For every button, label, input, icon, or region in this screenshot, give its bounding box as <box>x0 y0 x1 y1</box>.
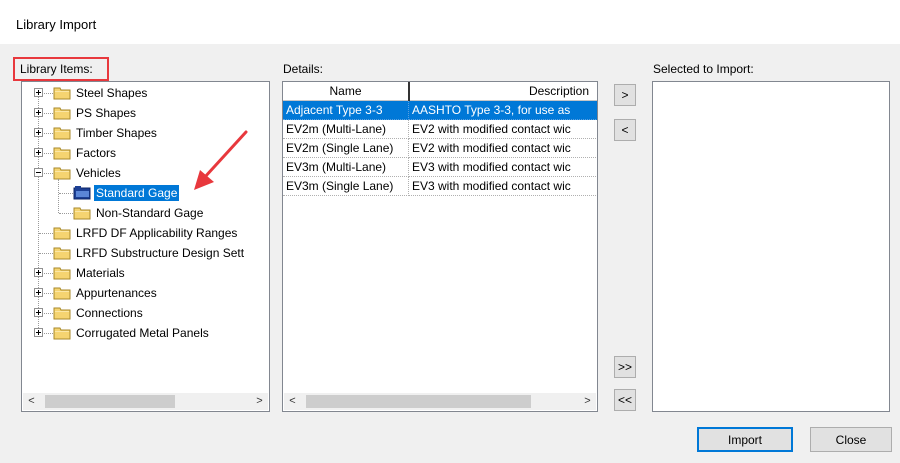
tree-node-label: Steel Shapes <box>76 86 148 100</box>
tree-node[interactable]: LRFD Substructure Design Sett <box>22 243 269 263</box>
folder-icon <box>53 105 71 120</box>
expand-icon[interactable] <box>34 108 43 117</box>
grid-header: Name Description <box>283 82 597 101</box>
tree-node-label: LRFD Substructure Design Sett <box>76 246 245 260</box>
details-horizontal-scrollbar[interactable]: < > <box>284 393 596 410</box>
table-row[interactable]: EV3m (Multi-Lane) EV3 with modified conta… <box>283 158 597 177</box>
tree-node-label: LRFD DF Applicability Ranges <box>76 226 238 240</box>
scroll-thumb[interactable] <box>45 395 175 408</box>
tree-node-label: Timber Shapes <box>76 126 157 140</box>
tree-node-label: Standard Gage <box>94 185 180 201</box>
collapse-icon[interactable] <box>34 168 43 177</box>
scroll-left-arrow[interactable]: < <box>23 393 40 410</box>
details-grid[interactable]: Name Description Adjacent Type 3-3 AASHTO… <box>282 81 598 412</box>
selected-to-import-list[interactable] <box>652 81 890 412</box>
tree-connector <box>59 193 73 194</box>
table-row[interactable]: EV3m (Single Lane) EV3 with modified cont… <box>283 177 597 196</box>
tree-node[interactable]: Appurtenances <box>22 283 269 303</box>
selected-to-import-label: Selected to Import: <box>653 62 754 76</box>
folder-icon <box>53 265 71 280</box>
details-label: Details: <box>283 62 324 76</box>
tree-node[interactable]: Steel Shapes <box>22 83 269 103</box>
cell-name: EV3m (Multi-Lane) <box>283 158 409 177</box>
scroll-left-arrow[interactable]: < <box>284 393 301 410</box>
scroll-right-arrow[interactable]: > <box>251 393 268 410</box>
folder-icon <box>53 225 71 240</box>
folder-icon <box>53 85 71 100</box>
tree-node-label: Materials <box>76 266 125 280</box>
table-row[interactable]: EV2m (Multi-Lane) EV2 with modified conta… <box>283 120 597 139</box>
table-row[interactable]: Adjacent Type 3-3 AASHTO Type 3-3, for us… <box>283 101 597 120</box>
expand-icon[interactable] <box>34 268 43 277</box>
column-header-name[interactable]: Name <box>283 82 409 101</box>
tree-node-label: Vehicles <box>76 166 121 180</box>
cell-name: EV3m (Single Lane) <box>283 177 409 196</box>
cell-name: EV2m (Single Lane) <box>283 139 409 158</box>
folder-icon <box>53 245 71 260</box>
cell-name: EV2m (Multi-Lane) <box>283 120 409 139</box>
add-all-button[interactable]: >> <box>614 356 636 378</box>
tree-node-label: Connections <box>76 306 143 320</box>
tree-node[interactable]: Connections <box>22 303 269 323</box>
folder-icon <box>53 125 71 140</box>
expand-icon[interactable] <box>34 328 43 337</box>
remove-all-button[interactable]: << <box>614 389 636 411</box>
cell-name: Adjacent Type 3-3 <box>283 101 409 120</box>
tree-node-label: Factors <box>76 146 117 160</box>
column-header-description[interactable]: Description <box>410 82 597 101</box>
cell-description: EV2 with modified contact wic <box>409 120 597 139</box>
expand-icon[interactable] <box>34 128 43 137</box>
callout-arrow-icon <box>194 130 248 190</box>
tree-node-label: Corrugated Metal Panels <box>76 326 209 340</box>
scroll-thumb[interactable] <box>306 395 531 408</box>
folder-icon <box>73 205 91 220</box>
add-selected-button[interactable]: > <box>614 84 636 106</box>
folder-icon <box>53 325 71 340</box>
expand-icon[interactable] <box>34 148 43 157</box>
folder-icon <box>53 165 71 180</box>
tree-connector <box>39 253 53 254</box>
cell-description: EV3 with modified contact wic <box>409 158 597 177</box>
expand-icon[interactable] <box>34 288 43 297</box>
cell-description: EV3 with modified contact wic <box>409 177 597 196</box>
folder-open-icon <box>73 185 91 200</box>
tree-horizontal-scrollbar[interactable]: < > <box>23 393 268 410</box>
tree-node[interactable]: Corrugated Metal Panels <box>22 323 269 343</box>
library-items-label: Library Items: <box>13 57 109 81</box>
window-title: Library Import <box>16 17 97 32</box>
tree-connector <box>59 213 73 214</box>
tree-node[interactable]: Non-Standard Gage <box>22 203 269 223</box>
tree-node-label: Non-Standard Gage <box>96 206 204 220</box>
cell-description: AASHTO Type 3-3, for use as <box>409 101 597 120</box>
tree-node[interactable]: LRFD DF Applicability Ranges <box>22 223 269 243</box>
tree-connector <box>58 179 59 213</box>
folder-icon <box>53 305 71 320</box>
expand-icon[interactable] <box>34 88 43 97</box>
remove-selected-button[interactable]: < <box>614 119 636 141</box>
scroll-right-arrow[interactable]: > <box>579 393 596 410</box>
tree-node-label: Appurtenances <box>76 286 157 300</box>
close-button[interactable]: Close <box>810 427 892 452</box>
table-row[interactable]: EV2m (Single Lane) EV2 with modified cont… <box>283 139 597 158</box>
tree-connector <box>39 233 53 234</box>
title-bar: Library Import <box>0 0 900 44</box>
import-button[interactable]: Import <box>697 427 793 452</box>
folder-icon <box>53 145 71 160</box>
expand-icon[interactable] <box>34 308 43 317</box>
tree-node-label: PS Shapes <box>76 106 137 120</box>
folder-icon <box>53 285 71 300</box>
tree-node[interactable]: Materials <box>22 263 269 283</box>
cell-description: EV2 with modified contact wic <box>409 139 597 158</box>
